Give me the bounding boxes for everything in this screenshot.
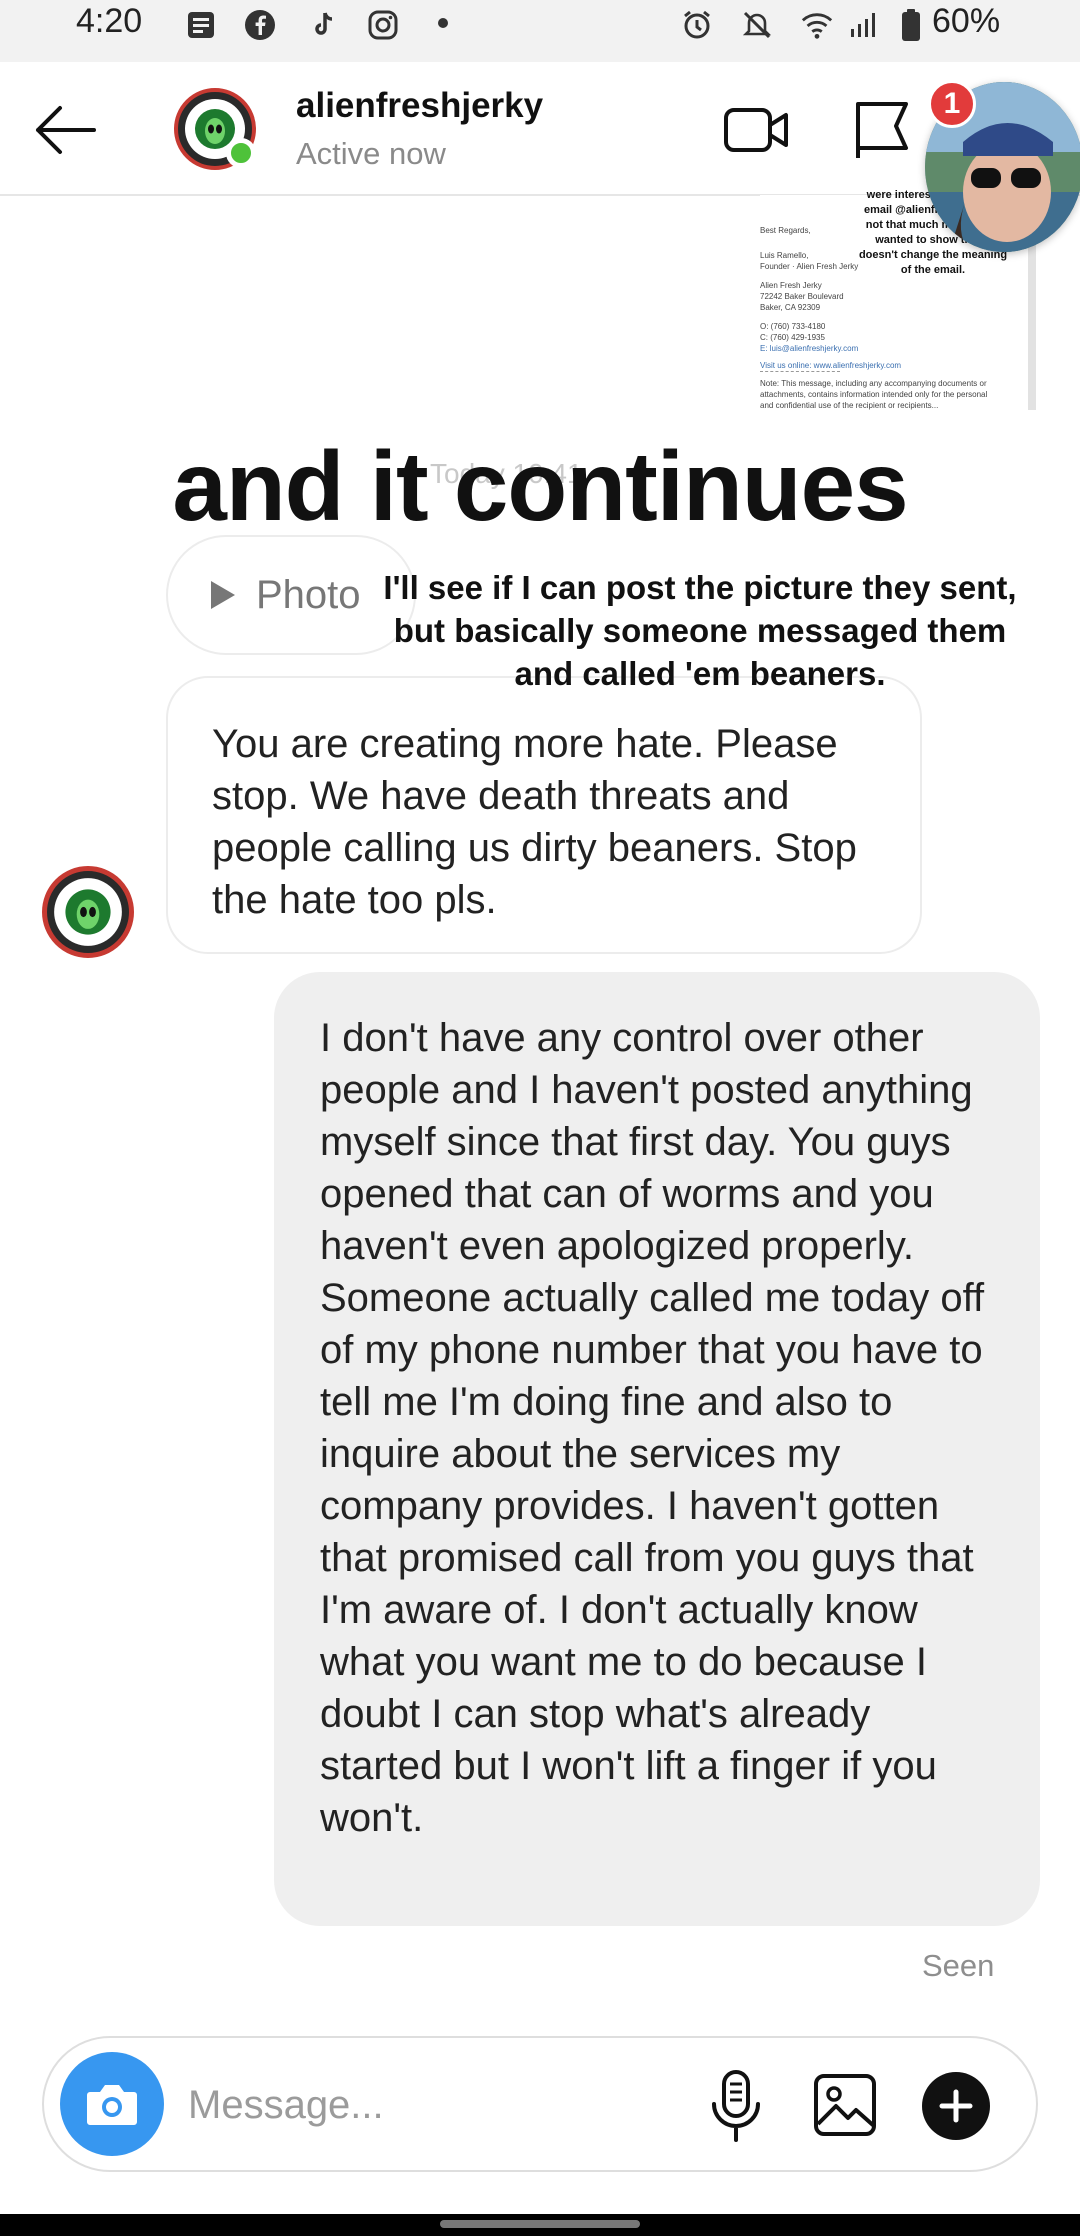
email-line: E: luis@alienfreshjerky.com <box>760 344 859 353</box>
email-line: O: (760) 733-4180 <box>760 322 826 331</box>
photo-label: Photo <box>256 572 361 617</box>
alarm-icon <box>680 8 714 42</box>
more-notifications-dot <box>438 18 448 28</box>
email-line: Visit us online: www.alienfreshjerky.com <box>760 361 902 370</box>
outgoing-message-text: I don't have any control over other peop… <box>320 1016 985 1840</box>
incoming-message-text: You are creating more hate. Please stop.… <box>212 722 857 922</box>
instagram-icon <box>366 8 400 42</box>
outgoing-message-bubble[interactable]: I don't have any control over other peop… <box>274 972 1040 1926</box>
sender-avatar[interactable] <box>42 866 134 958</box>
alien-logo-icon <box>54 878 122 946</box>
camera-button[interactable] <box>60 2052 164 2156</box>
back-arrow-icon <box>36 106 96 154</box>
battery-percent: 60% <box>932 2 1001 40</box>
contact-username[interactable]: alienfreshjerky <box>296 86 543 126</box>
email-line: C: (760) 429-1935 <box>760 333 825 342</box>
notes-icon <box>184 8 218 42</box>
back-button[interactable] <box>30 95 100 165</box>
report-button[interactable] <box>852 98 912 162</box>
message-input[interactable] <box>186 2079 590 2131</box>
plus-icon <box>939 2089 973 2123</box>
mute-icon <box>740 8 774 42</box>
incoming-message-bubble[interactable]: You are creating more hate. Please stop.… <box>166 676 922 954</box>
seen-receipt: Seen <box>922 1948 995 1983</box>
camera-icon <box>87 2085 137 2125</box>
flag-icon <box>856 102 908 158</box>
play-icon <box>211 581 235 609</box>
online-indicator <box>226 138 256 168</box>
email-line: Note: This message, including any accomp… <box>760 379 988 410</box>
email-line: 72242 Baker Boulevard <box>760 292 844 301</box>
status-time: 4:20 <box>76 2 143 40</box>
voice-message-button[interactable] <box>706 2068 766 2144</box>
chat-header <box>0 62 1080 196</box>
video-call-button[interactable] <box>722 100 792 160</box>
video-camera-icon <box>724 108 788 152</box>
wifi-icon <box>800 8 834 42</box>
microphone-icon <box>712 2070 760 2142</box>
overlay-caption-small: I'll see if I can post the picture they … <box>383 569 1017 692</box>
tiktok-icon <box>306 8 340 42</box>
gallery-button[interactable] <box>812 2072 878 2138</box>
battery-icon <box>894 8 928 42</box>
overlay-caption-big: and it continues <box>172 431 908 541</box>
facebook-icon <box>243 8 277 42</box>
notification-badge: 1 <box>928 80 976 128</box>
contact-status: Active now <box>296 136 446 171</box>
more-options-button[interactable] <box>922 2072 990 2140</box>
signal-icon <box>846 8 880 42</box>
gallery-icon <box>814 2074 876 2136</box>
email-line: Baker, CA 92309 <box>760 303 821 312</box>
home-gesture-pill[interactable] <box>440 2220 640 2228</box>
